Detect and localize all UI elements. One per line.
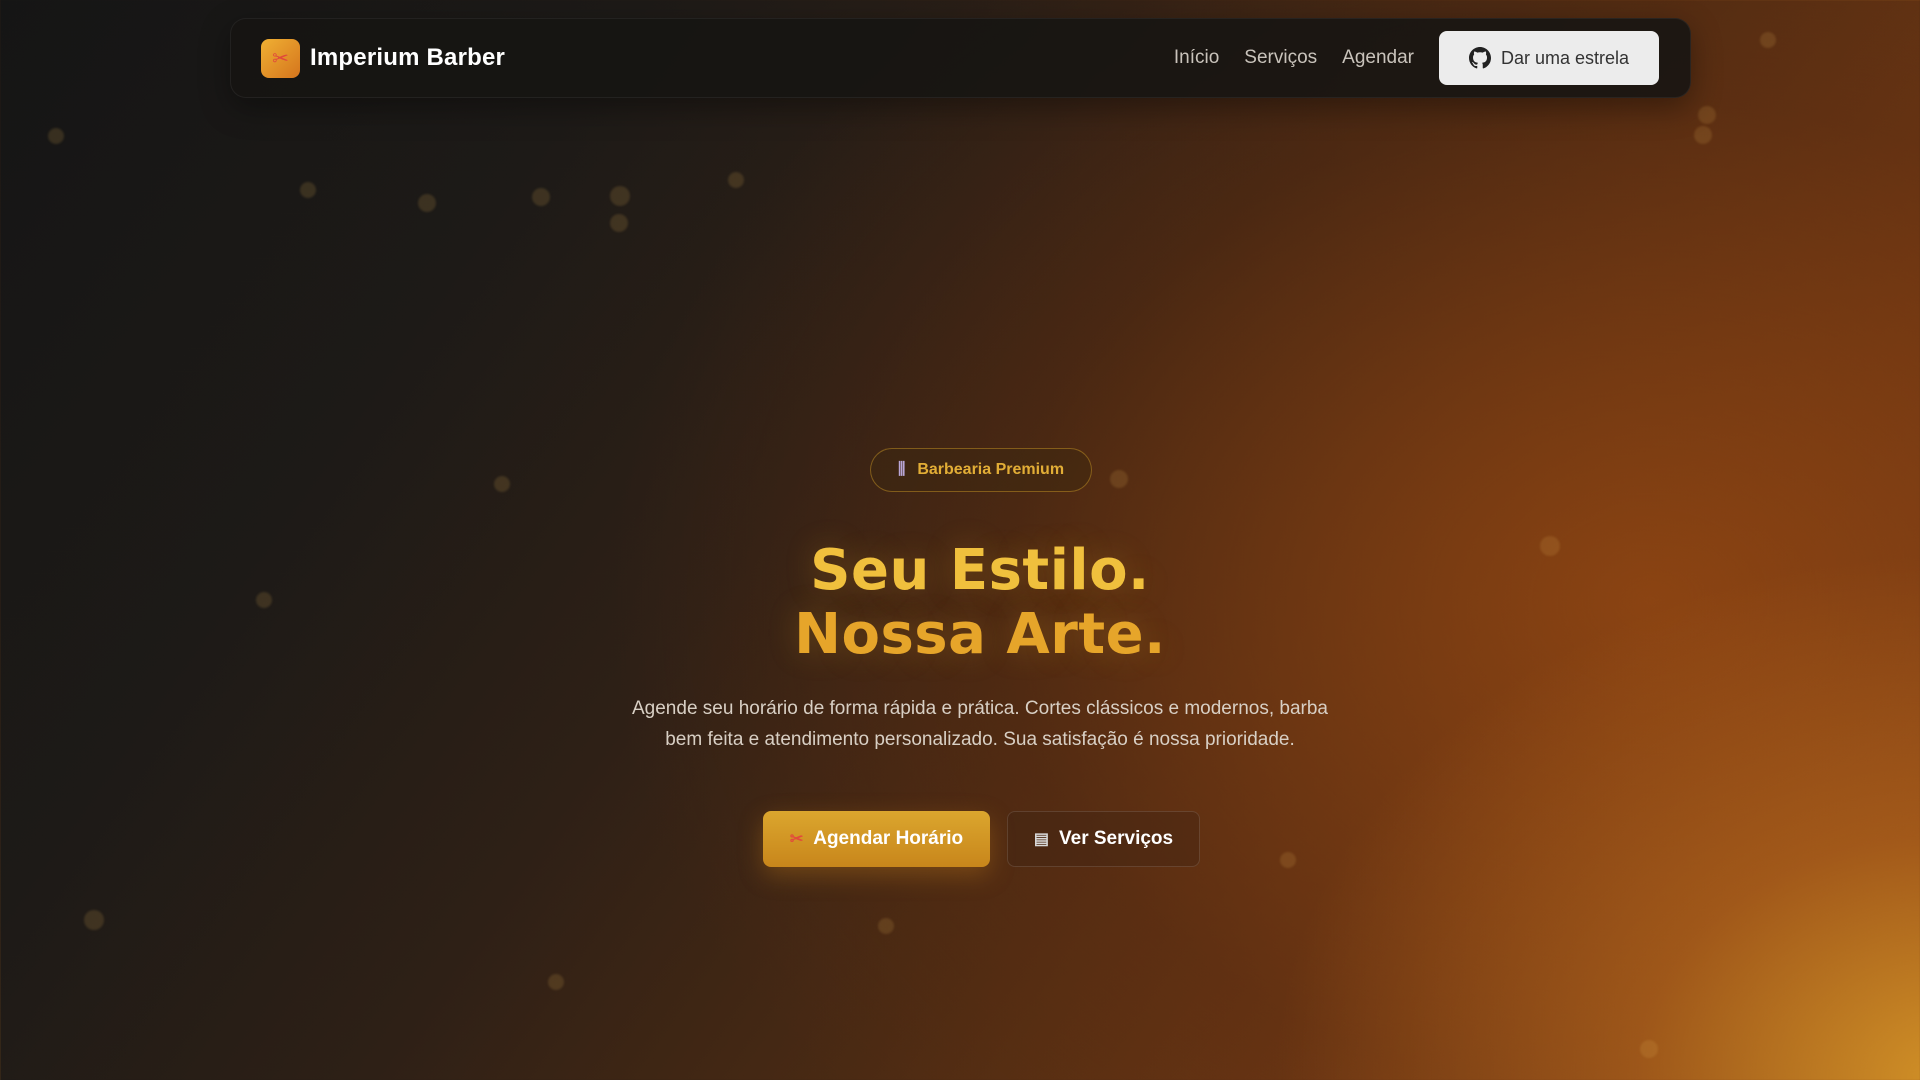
particle [494,476,510,492]
view-services-label: Ver Serviços [1059,828,1174,849]
barber-pole-icon: ⫼ [897,461,906,478]
scissors-icon: ✂ [789,831,804,848]
particle [728,172,744,188]
premium-badge: ⫼ Barbearia Premium [870,448,1092,492]
particle [48,128,64,144]
nav-link-inicio[interactable]: Início [1174,47,1219,69]
hero-subtitle-line1: Agende seu horário de forma rápida e prá… [632,698,1328,719]
particle [610,186,630,206]
nav-menu: Início Serviços Agendar Dar uma estrela [1174,31,1659,85]
nav-link-servicos[interactable]: Serviços [1244,47,1317,69]
hero-subtitle-line2: bem feita e atendimento personalizado. S… [665,729,1295,750]
badge-label: Barbearia Premium [917,461,1065,478]
particle [1110,470,1128,488]
particle [1280,852,1296,868]
book-appointment-label: Agendar Horário [813,828,964,849]
particle [532,188,550,206]
scissors-icon: ✂ [261,38,300,78]
github-star-label: Dar uma estrela [1500,47,1630,68]
particle [1694,126,1712,144]
particle [610,214,628,232]
clipboard-icon: ▤ [1033,831,1050,848]
particle [1698,106,1716,124]
particle [1760,32,1776,48]
hero-title-line2: Nossa Arte. [794,602,1166,667]
github-star-button[interactable]: Dar uma estrela [1439,31,1659,85]
particle [1640,1040,1658,1058]
particle [84,910,104,930]
navbar: ✂ Imperium Barber Início Serviços Agenda… [230,18,1691,98]
hero-subtitle: Agende seu horário de forma rápida e prá… [600,693,1360,755]
brand-name: Imperium Barber [310,44,506,71]
particle [878,918,894,934]
nav-link-agendar[interactable]: Agendar [1342,47,1414,69]
hero-title-line1: Seu Estilo. [810,538,1150,603]
particle [418,194,436,212]
particle [300,182,316,198]
view-services-button[interactable]: ▤ Ver Serviços [1007,811,1200,867]
book-appointment-button[interactable]: ✂ Agendar Horário [763,811,990,867]
github-icon [1468,47,1491,69]
particle [548,974,564,990]
brand[interactable]: ✂ Imperium Barber [261,38,506,78]
